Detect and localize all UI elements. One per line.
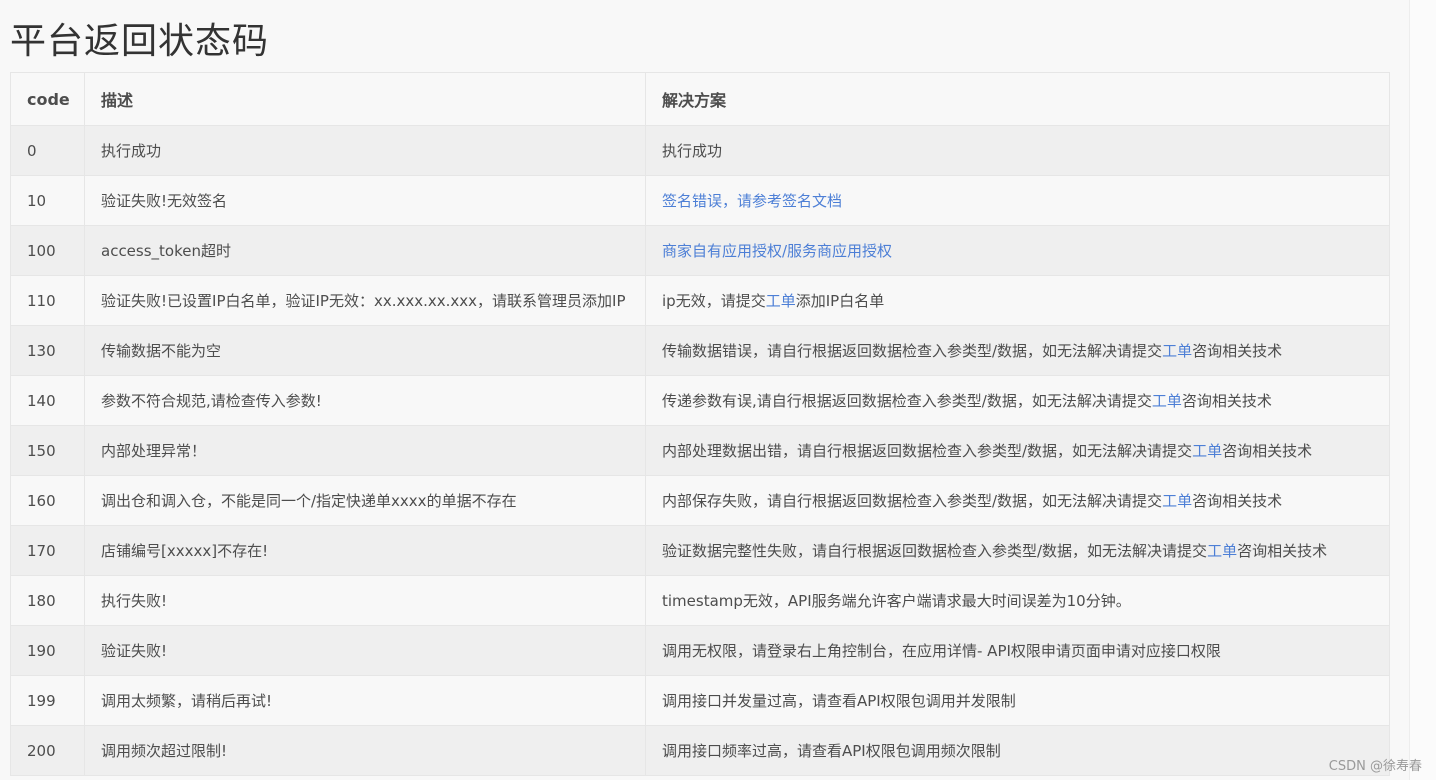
cell-solution: 传输数据错误，请自行根据返回数据检查入参类型/数据，如无法解决请提交工单咨询相关… — [645, 325, 1390, 376]
cell-code: 160 — [10, 475, 85, 526]
cell-solution: timestamp无效，API服务端允许客户端请求最大时间误差为10分钟。 — [645, 575, 1390, 626]
table-row: 170 店铺编号[xxxxx]不存在! 验证数据完整性失败，请自行根据返回数据检查入… — [10, 525, 1390, 576]
cell-solution: 调用接口频率过高，请查看API权限包调用频次限制 — [645, 725, 1390, 776]
table-row: 150 内部处理异常！ 内部处理数据出错，请自行根据返回数据检查入参类型/数据，如无… — [10, 425, 1390, 476]
solution-text: 内部处理数据出错，请自行根据返回数据检查入参类型/数据，如无法解决请提交 — [662, 442, 1193, 460]
cell-solution: 签名错误，请参考签名文档 — [645, 175, 1390, 226]
column-header-description: 描述 — [84, 72, 646, 126]
solution-link[interactable]: 工单 — [1162, 342, 1192, 360]
cell-code: 180 — [10, 575, 85, 626]
solution-text: 调用无权限，请登录右上角控制台，在应用详情- API权限申请页面申请对应接口权限 — [662, 642, 1221, 660]
cell-description: 调用太频繁，请稍后再试! — [84, 675, 646, 726]
solution-text: ip无效，请提交 — [662, 292, 766, 310]
cell-description: 调用频次超过限制! — [84, 725, 646, 776]
watermark: CSDN @徐寿春 — [1328, 759, 1422, 774]
page-title: 平台返回状态码 — [10, 21, 270, 62]
cell-solution: 传递参数有误,请自行根据返回数据检查入参类型/数据，如无法解决请提交工单咨询相关… — [645, 375, 1390, 426]
solution-text: 咨询相关技术 — [1192, 492, 1283, 510]
solution-text: 咨询相关技术 — [1192, 342, 1283, 360]
solution-text: 内部保存失败，请自行根据返回数据检查入参类型/数据，如无法解决请提交 — [662, 492, 1163, 510]
table-header-row: code 描述 解决方案 — [10, 72, 1390, 126]
solution-text: 调用接口频率过高，请查看API权限包调用频次限制 — [662, 742, 1001, 760]
solution-text: 传输数据错误，请自行根据返回数据检查入参类型/数据，如无法解决请提交 — [662, 342, 1163, 360]
column-header-code: code — [10, 72, 85, 126]
table-row: 200 调用频次超过限制! 调用接口频率过高，请查看API权限包调用频次限制 — [10, 725, 1390, 776]
table-row: 130 传输数据不能为空 传输数据错误，请自行根据返回数据检查入参类型/数据，如无法… — [10, 325, 1390, 376]
table-row: 0 执行成功 执行成功 — [10, 125, 1390, 176]
cell-description: access_token超时 — [84, 225, 646, 276]
cell-code: 200 — [10, 725, 85, 776]
cell-code: 199 — [10, 675, 85, 726]
cell-code: 110 — [10, 275, 85, 326]
cell-solution: 验证数据完整性失败，请自行根据返回数据检查入参类型/数据，如无法解决请提交工单咨… — [645, 525, 1390, 576]
solution-link[interactable]: 工单 — [1207, 542, 1237, 560]
table-row: 140 参数不符合规范,请检查传入参数! 传递参数有误,请自行根据返回数据检查入参类… — [10, 375, 1390, 426]
cell-code: 150 — [10, 425, 85, 476]
solution-text: timestamp无效，API服务端允许客户端请求最大时间误差为10分钟。 — [662, 592, 1131, 610]
cell-description: 验证失败!无效签名 — [84, 175, 646, 226]
cell-description: 验证失败! — [84, 625, 646, 676]
cell-description: 参数不符合规范,请检查传入参数! — [84, 375, 646, 426]
cell-code: 130 — [10, 325, 85, 376]
solution-link[interactable]: 工单 — [1162, 492, 1192, 510]
cell-code: 140 — [10, 375, 85, 426]
solution-text: 传递参数有误,请自行根据返回数据检查入参类型/数据，如无法解决请提交 — [662, 392, 1152, 410]
solution-link[interactable]: 商家自有应用授权/服务商应用授权 — [662, 242, 892, 260]
cell-solution: 内部处理数据出错，请自行根据返回数据检查入参类型/数据，如无法解决请提交工单咨询… — [645, 425, 1390, 476]
column-header-solution: 解决方案 — [645, 72, 1390, 126]
cell-code: 190 — [10, 625, 85, 676]
cell-code: 0 — [10, 125, 85, 176]
solution-text: 添加IP白名单 — [795, 292, 885, 310]
solution-link[interactable]: 工单 — [1152, 392, 1182, 410]
solution-text: 咨询相关技术 — [1237, 542, 1328, 560]
table-row: 160 调出仓和调入仓，不能是同一个/指定快递单xxxx的单据不存在 内部保存失败，… — [10, 475, 1390, 526]
cell-solution: 内部保存失败，请自行根据返回数据检查入参类型/数据，如无法解决请提交工单咨询相关… — [645, 475, 1390, 526]
solution-link[interactable]: 工单 — [1192, 442, 1222, 460]
solution-link[interactable]: 签名错误，请参考签名文档 — [662, 192, 842, 210]
cell-description: 传输数据不能为空 — [84, 325, 646, 376]
cell-description: 执行成功 — [84, 125, 646, 176]
table-row: 110 验证失败!已设置IP白名单，验证IP无效：xx.xxx.xx.xxx，请联… — [10, 275, 1390, 326]
cell-solution: 商家自有应用授权/服务商应用授权 — [645, 225, 1390, 276]
cell-code: 170 — [10, 525, 85, 576]
cell-description: 店铺编号[xxxxx]不存在! — [84, 525, 646, 576]
solution-text: 验证数据完整性失败，请自行根据返回数据检查入参类型/数据，如无法解决请提交 — [662, 542, 1208, 560]
table-row: 10 验证失败!无效签名 签名错误，请参考签名文档 — [10, 175, 1390, 226]
solution-text: 咨询相关技术 — [1181, 392, 1272, 410]
cell-solution: 调用接口并发量过高，请查看API权限包调用并发限制 — [645, 675, 1390, 726]
solution-link[interactable]: 工单 — [766, 292, 796, 310]
cell-code: 100 — [10, 225, 85, 276]
cell-solution: 调用无权限，请登录右上角控制台，在应用详情- API权限申请页面申请对应接口权限 — [645, 625, 1390, 676]
cell-solution: ip无效，请提交工单添加IP白名单 — [645, 275, 1390, 326]
solution-text: 咨询相关技术 — [1222, 442, 1313, 460]
solution-text: 执行成功 — [662, 142, 723, 160]
cell-description: 验证失败!已设置IP白名单，验证IP无效：xx.xxx.xx.xxx，请联系管理… — [84, 275, 646, 326]
solution-text: 调用接口并发量过高，请查看API权限包调用并发限制 — [662, 692, 1016, 710]
table-row: 100 access_token超时 商家自有应用授权/服务商应用授权 — [10, 225, 1390, 276]
table-row: 190 验证失败! 调用无权限，请登录右上角控制台，在应用详情- API权限申请页面… — [10, 625, 1390, 676]
table-row: 199 调用太频繁，请稍后再试! 调用接口并发量过高，请查看API权限包调用并发限制 — [10, 675, 1390, 726]
cell-description: 调出仓和调入仓，不能是同一个/指定快递单xxxx的单据不存在 — [84, 475, 646, 526]
cell-solution: 执行成功 — [645, 125, 1390, 176]
table-row: 180 执行失败! timestamp无效，API服务端允许客户端请求最大时间误差为… — [10, 575, 1390, 626]
status-code-table: code 描述 解决方案 0 执行成功 执行成功 10 验证失败!无效签名 签名错误，请参… — [10, 72, 1390, 776]
scrollbar-track[interactable] — [1409, 0, 1436, 780]
cell-description: 内部处理异常！ — [84, 425, 646, 476]
cell-code: 10 — [10, 175, 85, 226]
cell-description: 执行失败! — [84, 575, 646, 626]
